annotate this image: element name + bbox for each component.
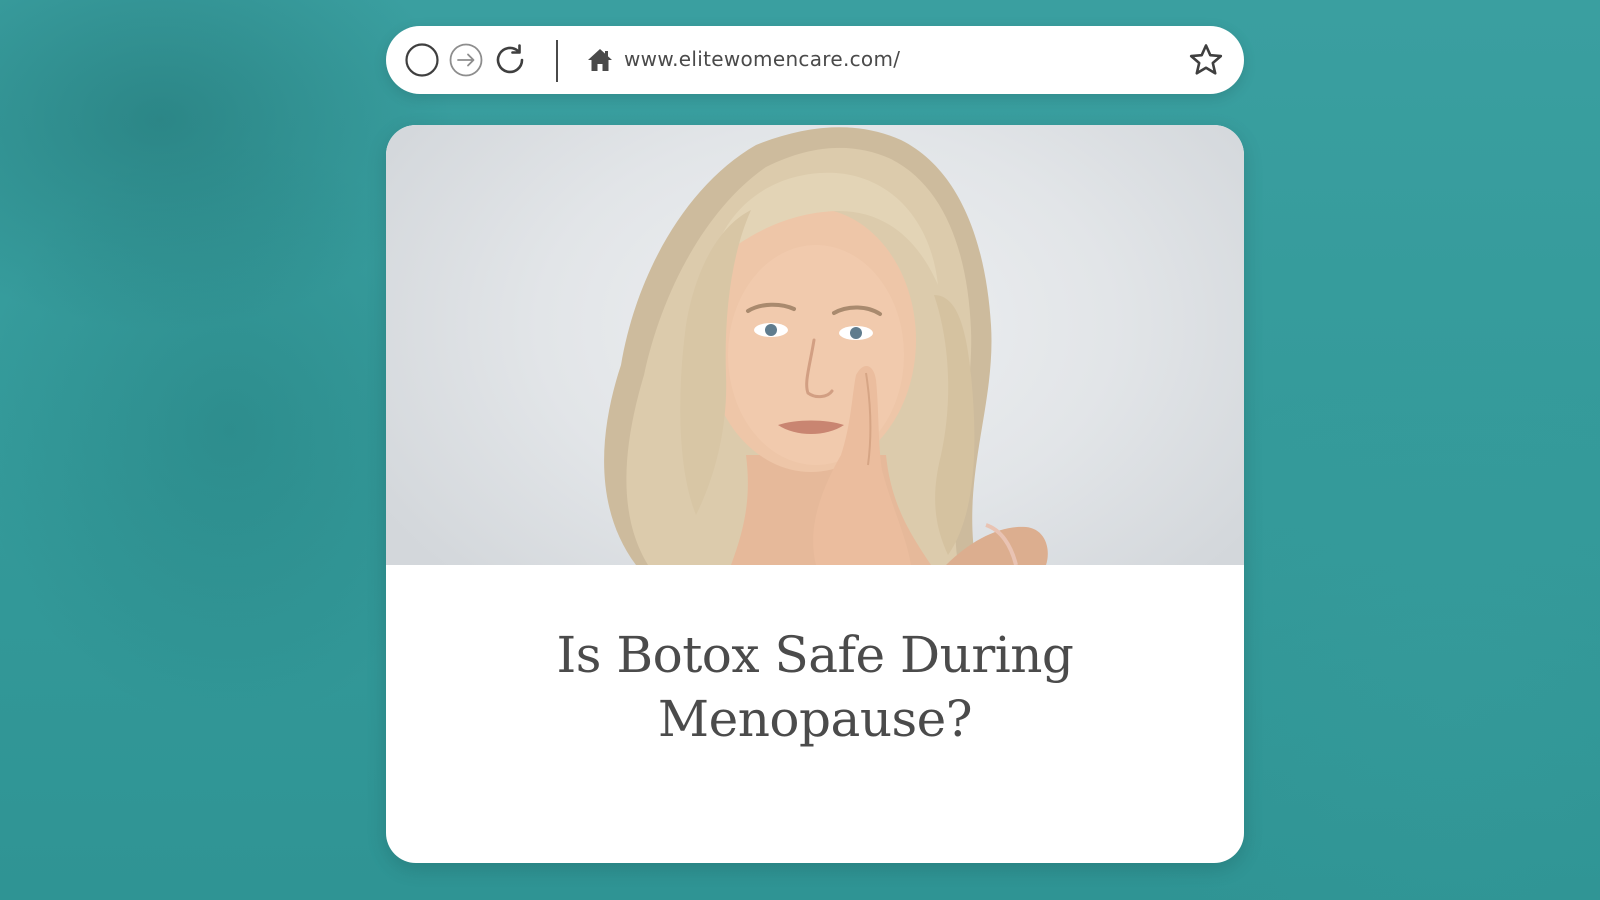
url-text[interactable]: www.elitewomencare.com/ [624,26,900,94]
circle-button[interactable] [404,26,440,94]
star-icon[interactable] [1188,42,1224,78]
hero-image [386,125,1244,565]
forward-button[interactable] [448,26,484,94]
article-card[interactable]: Is Botox Safe During Menopause? [386,125,1244,863]
forward-arrow-icon [449,43,483,77]
reload-button[interactable] [492,26,528,94]
article-title-line-2: Menopause? [657,690,973,748]
reload-icon [496,44,524,74]
article-title-line-1: Is Botox Safe During [556,626,1074,684]
home-icon[interactable] [586,46,614,74]
article-title: Is Botox Safe During Menopause? [386,623,1244,751]
toolbar-divider [556,40,558,82]
circle-icon [405,43,439,77]
